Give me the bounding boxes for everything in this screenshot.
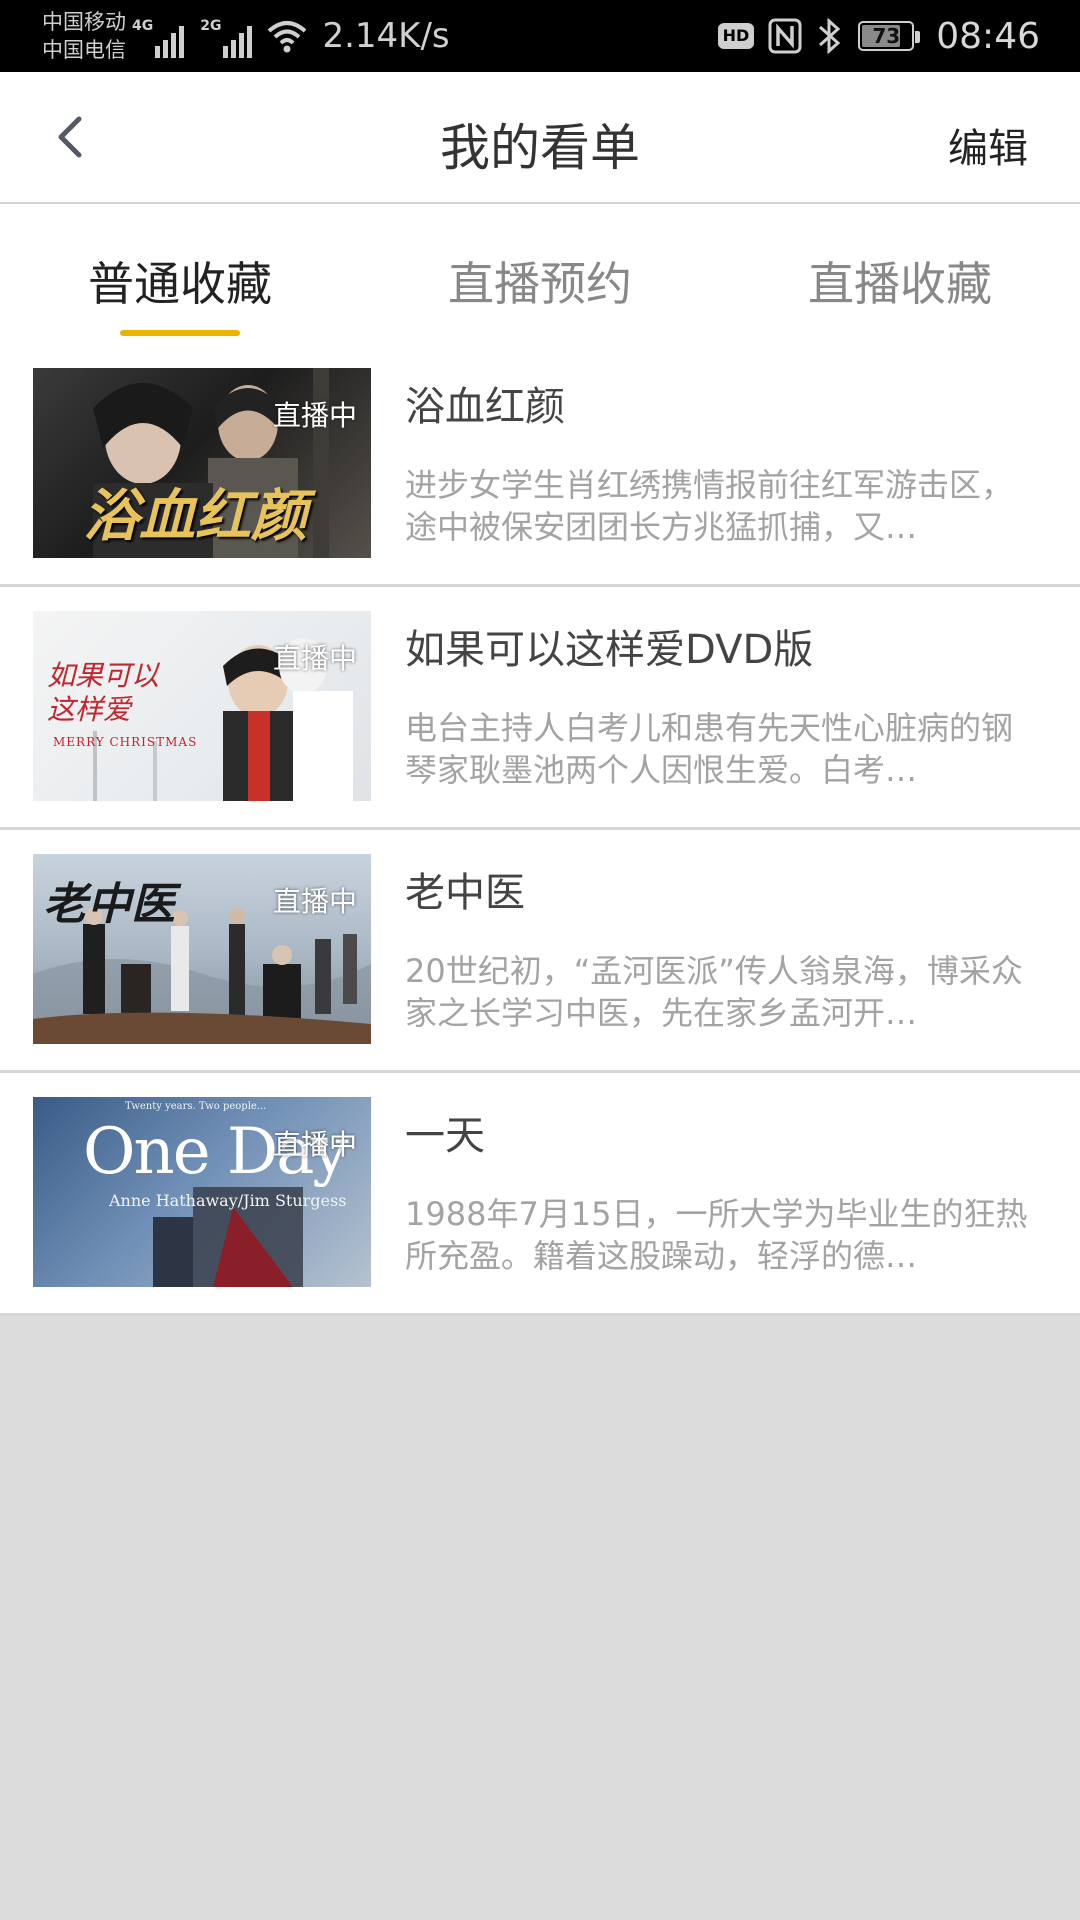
signal-1-tag: 4G [132, 18, 154, 34]
favorites-list: 浴血红颜 直播中 浴血红颜 进步女学生肖红绣携情报前往红军游击区，途中被保安团团… [0, 344, 1080, 1316]
wifi-icon [268, 21, 307, 53]
list-item[interactable]: Twenty years. Two people... One Day Anne… [0, 1073, 1080, 1316]
item-title: 如果可以这样爱DVD版 [405, 627, 814, 673]
poster-subtitle-art: MERRY CHRISTMAS [53, 735, 198, 749]
item-description: 电台主持人白考儿和患有先天性心脏病的钢琴家耿墨池两个人因恨生爱。白考… [405, 709, 1014, 789]
hd-icon: HD [717, 23, 755, 49]
list-item[interactable]: 浴血红颜 直播中 浴血红颜 进步女学生肖红绣携情报前往红军游击区，途中被保安团团… [0, 344, 1080, 587]
item-title: 浴血红颜 [405, 384, 565, 430]
signal-1: 4G [132, 14, 194, 58]
item-description: 1988年7月15日，一所大学为毕业生的狂热所充盈。籍着这股躁动，轻浮的德… [405, 1195, 1028, 1275]
carrier-names: 中国移动 中国电信 [42, 8, 126, 64]
carrier-1: 中国移动 [42, 10, 126, 34]
signal-2: 2G [200, 14, 262, 58]
signal-bars-icon [155, 24, 185, 58]
network-speed: 2.14K/s [322, 16, 450, 56]
tab-bar: 普通收藏 直播预约 直播收藏 [0, 204, 1080, 344]
edit-button[interactable]: 编辑 [948, 116, 1028, 174]
signal-2-tag: 2G [200, 18, 222, 34]
tab-live-favorites[interactable]: 直播收藏 [720, 204, 1080, 344]
tab-label: 直播收藏 [808, 257, 992, 311]
battery-icon: 73 [858, 21, 921, 51]
tab-regular-favorites[interactable]: 普通收藏 [0, 204, 360, 344]
item-title: 一天 [405, 1113, 485, 1159]
poster-thumbnail: 如果可以这样爱 MERRY CHRISTMAS 直播中 [33, 611, 371, 801]
poster-title-art: 如果可以这样爱 [47, 659, 160, 726]
list-item[interactable]: 老中医 直播中 老中医 20世纪初，“孟河医派”传人翁泉海，博采众家之长学习中医… [0, 830, 1080, 1073]
item-title: 老中医 [405, 870, 525, 916]
tab-label: 直播预约 [448, 257, 632, 311]
status-left: 中国移动 中国电信 4G 2G 2.14K/s [42, 8, 450, 64]
item-description: 进步女学生肖红绣携情报前往红军游击区，途中被保安团团长方兆猛抓捕，又… [405, 466, 1014, 546]
clock: 08:46 [936, 15, 1040, 57]
item-description: 20世纪初，“孟河医派”传人翁泉海，博采众家之长学习中医，先在家乡孟河开… [405, 952, 1023, 1032]
poster-title-art: 老中医 [43, 879, 175, 930]
poster-thumbnail: 老中医 直播中 [33, 854, 371, 1044]
tab-live-reservations[interactable]: 直播预约 [360, 204, 720, 344]
poster-cast-art: Anne Hathaway/Jim Sturgess [109, 1191, 347, 1210]
poster-title-art: 浴血红颜 [83, 483, 307, 549]
live-badge: 直播中 [272, 399, 357, 432]
poster-thumbnail: 浴血红颜 直播中 [33, 368, 371, 558]
signal-bars-icon [223, 24, 253, 58]
status-bar: 中国移动 中国电信 4G 2G 2.14K/s HD 73 08:46 [0, 0, 1080, 72]
list-item[interactable]: 如果可以这样爱 MERRY CHRISTMAS 直播中 如果可以这样爱DVD版 … [0, 587, 1080, 830]
live-badge: 直播中 [272, 642, 357, 675]
bluetooth-icon [819, 17, 841, 55]
live-badge: 直播中 [272, 885, 357, 918]
header: 我的看单 编辑 [0, 72, 1080, 204]
status-right: HD 73 08:46 [717, 15, 1040, 57]
carrier-2: 中国电信 [42, 38, 126, 62]
active-tab-indicator [120, 330, 240, 336]
nfc-icon [768, 18, 802, 54]
page-title: 我的看单 [440, 119, 640, 177]
live-badge: 直播中 [272, 1128, 357, 1161]
poster-thumbnail: Twenty years. Two people... One Day Anne… [33, 1097, 371, 1287]
battery-level: 73 [872, 24, 901, 48]
poster-tagline-art: Twenty years. Two people... [125, 1101, 267, 1112]
